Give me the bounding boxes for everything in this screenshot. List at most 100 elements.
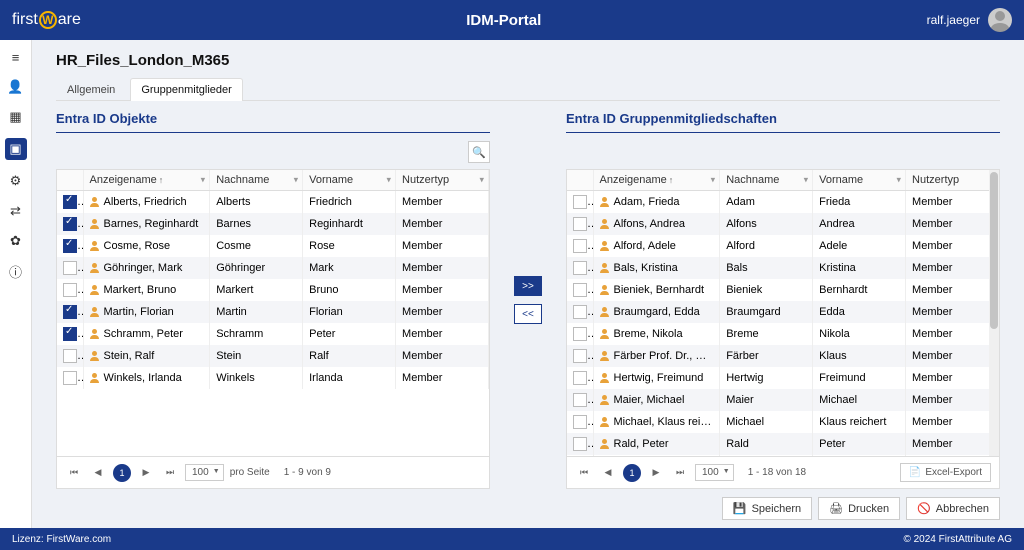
left-table: Anzeigename▾ Nachname▾ Vorname▾ Nutzerty… (57, 170, 489, 389)
col-check[interactable] (567, 170, 593, 191)
table-row[interactable]: Martin, FlorianMartinFlorianMember (57, 301, 489, 323)
print-button[interactable]: 🖨 Drucken (818, 497, 900, 520)
table-row[interactable]: Cosme, RoseCosmeRoseMember (57, 235, 489, 257)
row-checkbox[interactable] (63, 261, 77, 275)
avatar[interactable] (988, 8, 1012, 32)
col-vorname[interactable]: Vorname▾ (303, 170, 396, 191)
page-size[interactable]: 100 (695, 464, 734, 481)
info-icon[interactable]: ⓘ (7, 262, 25, 280)
gear-icon[interactable]: ✿ (7, 232, 25, 250)
col-nachname[interactable]: Nachname▾ (720, 170, 813, 191)
row-checkbox[interactable] (573, 195, 587, 209)
table-row[interactable]: Barnes, ReginhardtBarnesReginhardtMember (57, 213, 489, 235)
row-checkbox[interactable] (573, 327, 587, 341)
pager-prev[interactable]: ◀ (599, 464, 617, 482)
row-checkbox[interactable] (63, 217, 77, 231)
user-icon (90, 263, 100, 273)
table-row[interactable]: Göhringer, MarkGöhringerMarkMember (57, 257, 489, 279)
row-checkbox[interactable] (573, 393, 587, 407)
table-row[interactable]: Rald, PeterRaldPeterMember (567, 433, 999, 455)
pager-last[interactable]: ⏭ (161, 464, 179, 482)
table-row[interactable]: Bals, KristinaBalsKristinaMember (567, 257, 999, 279)
filter-icon[interactable]: ▾ (294, 175, 299, 186)
row-checkbox[interactable] (573, 437, 587, 451)
col-nutzertyp[interactable]: Nutzertyp▾ (906, 170, 999, 191)
filter-icon[interactable]: ▾ (387, 175, 392, 186)
row-checkbox[interactable] (63, 371, 77, 385)
scrollbar[interactable] (989, 170, 999, 456)
table-row[interactable]: Breme, NikolaBremeNikolaMember (567, 323, 999, 345)
table-row[interactable]: Winkels, IrlandaWinkelsIrlandaMember (57, 367, 489, 389)
table-row[interactable]: Färber Prof. Dr., KlausFärberKlausMember (567, 345, 999, 367)
pager-last[interactable]: ⏭ (671, 464, 689, 482)
row-checkbox[interactable] (63, 283, 77, 297)
pager-next[interactable]: ▶ (137, 464, 155, 482)
table-row[interactable]: Michael, Klaus reichertMichaelKlaus reic… (567, 411, 999, 433)
col-nachname[interactable]: Nachname▾ (210, 170, 303, 191)
table-row[interactable]: Adam, FriedaAdamFriedaMember (567, 191, 999, 214)
user-icon (90, 351, 100, 361)
table-row[interactable]: Maier, MichaelMaierMichaelMember (567, 389, 999, 411)
table-row[interactable]: Alford, AdeleAlfordAdeleMember (567, 235, 999, 257)
table-row[interactable]: Markert, BrunoMarkertBrunoMember (57, 279, 489, 301)
row-checkbox[interactable] (573, 261, 587, 275)
profile-icon[interactable]: 👤 (7, 78, 25, 96)
pager-next[interactable]: ▶ (647, 464, 665, 482)
filter-icon[interactable]: ▾ (711, 175, 716, 186)
row-checkbox[interactable] (63, 305, 77, 319)
row-checkbox[interactable] (573, 305, 587, 319)
row-checkbox[interactable] (573, 415, 587, 429)
col-vorname[interactable]: Vorname▾ (813, 170, 906, 191)
row-checkbox[interactable] (573, 371, 587, 385)
row-checkbox[interactable] (573, 283, 587, 297)
right-panel-title: Entra ID Gruppenmitgliedschaften (566, 111, 1000, 133)
cancel-button[interactable]: 🚫 Abbrechen (906, 497, 1000, 520)
pager-current[interactable]: 1 (113, 464, 131, 482)
page-per-label: pro Seite (230, 467, 270, 478)
sync-icon[interactable]: ⇄ (7, 202, 25, 220)
col-anzeigename[interactable]: Anzeigename▾ (83, 170, 210, 191)
col-anzeigename[interactable]: Anzeigename▾ (593, 170, 720, 191)
menu-icon[interactable]: ≡ (7, 48, 25, 66)
filter-icon[interactable]: ▾ (201, 175, 206, 186)
mover-controls: >> << (508, 111, 548, 489)
filter-icon[interactable]: ▾ (804, 175, 809, 186)
pager-first[interactable]: ⏮ (65, 464, 83, 482)
org-icon[interactable]: ▣ (5, 138, 27, 160)
tab-gruppenmitglieder[interactable]: Gruppenmitglieder (130, 78, 243, 101)
row-checkbox[interactable] (63, 195, 77, 209)
table-row[interactable]: Alfons, AndreaAlfonsAndreaMember (567, 213, 999, 235)
pager-prev[interactable]: ◀ (89, 464, 107, 482)
remove-button[interactable]: << (514, 304, 542, 324)
row-checkbox[interactable] (63, 327, 77, 341)
page-size[interactable]: 100 (185, 464, 224, 481)
table-row[interactable]: Schramm, PeterSchrammPeterMember (57, 323, 489, 345)
user-area[interactable]: ralf.jaeger (927, 8, 1012, 32)
user-icon (600, 263, 610, 273)
user-icon (90, 373, 100, 383)
tab-allgemein[interactable]: Allgemein (56, 78, 126, 101)
search-button[interactable]: 🔍 (468, 141, 490, 163)
row-checkbox[interactable] (573, 239, 587, 253)
table-row[interactable]: Bieniek, BernhardtBieniekBernhardtMember (567, 279, 999, 301)
table-row[interactable]: Braumgard, EddaBraumgardEddaMember (567, 301, 999, 323)
filter-icon[interactable]: ▾ (897, 175, 902, 186)
table-row[interactable]: Stein, RalfSteinRalfMember (57, 345, 489, 367)
filter-icon[interactable]: ▾ (479, 175, 484, 186)
add-button[interactable]: >> (514, 276, 542, 296)
pager-first[interactable]: ⏮ (575, 464, 593, 482)
table-row[interactable]: Rappold, RuppertRappoldRuppertMember (567, 455, 999, 456)
grid-icon[interactable]: ▦ (7, 108, 25, 126)
settings2-icon[interactable]: ⚙ (7, 172, 25, 190)
table-row[interactable]: Alberts, FriedrichAlbertsFriedrichMember (57, 191, 489, 214)
excel-export-button[interactable]: 📄 Excel-Export (900, 463, 991, 482)
row-checkbox[interactable] (63, 239, 77, 253)
row-checkbox[interactable] (573, 349, 587, 363)
col-nutzertyp[interactable]: Nutzertyp▾ (396, 170, 489, 191)
save-button[interactable]: 💾 Speichern (722, 497, 812, 520)
table-row[interactable]: Hertwig, FreimundHertwigFreimundMember (567, 367, 999, 389)
col-check[interactable] (57, 170, 83, 191)
pager-current[interactable]: 1 (623, 464, 641, 482)
row-checkbox[interactable] (63, 349, 77, 363)
row-checkbox[interactable] (573, 217, 587, 231)
